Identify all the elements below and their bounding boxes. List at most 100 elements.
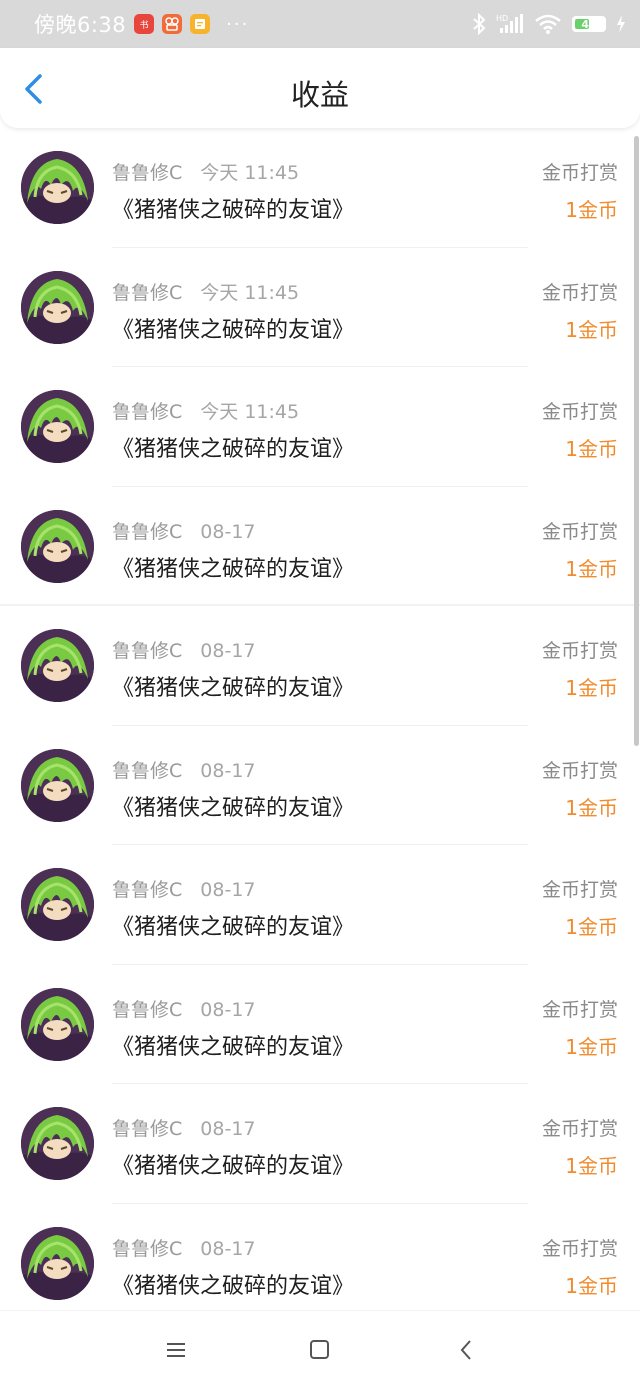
user-name[interactable]: 鲁鲁修C	[112, 879, 182, 901]
earning-time: 08-17	[200, 879, 256, 901]
earning-row[interactable]: 鲁鲁修C 今天 11:45 《猪猪侠之破碎的友谊》 金币打赏 1金币	[0, 128, 640, 248]
avatar[interactable]	[21, 868, 94, 941]
user-meta: 鲁鲁修C 08-17	[112, 636, 256, 663]
earning-row[interactable]: 鲁鲁修C 08-17 《猪猪侠之破碎的友谊》 金币打赏 1金币	[0, 845, 640, 965]
reward-type: 金币打赏	[541, 281, 618, 304]
earning-time: 08-17	[200, 998, 256, 1021]
earning-row[interactable]: 鲁鲁修C 08-17 《猪猪侠之破碎的友谊》 金币打赏 1金币	[0, 1084, 640, 1204]
status-bar: 傍晚6:38 书 ··· HD 46	[0, 0, 640, 48]
reward-amount: 1金币	[565, 1154, 618, 1178]
reward-amount: 1金币	[565, 1034, 618, 1059]
earning-row[interactable]: 鲁鲁修C 08-17 《猪猪侠之破碎的友谊》 金币打赏 1金币	[0, 965, 640, 1084]
home-button[interactable]	[307, 1337, 333, 1363]
user-name[interactable]: 鲁鲁修C	[112, 1118, 182, 1140]
work-title[interactable]: 《猪猪侠之破碎的友谊》	[112, 192, 354, 224]
work-title[interactable]: 《猪猪侠之破碎的友谊》	[112, 312, 354, 344]
earning-row[interactable]: 鲁鲁修C 08-17 《猪猪侠之破碎的友谊》 金币打赏 1金币	[0, 726, 640, 845]
xiaohongshu-icon: 书	[134, 14, 155, 34]
reward-amount: 1金币	[565, 198, 618, 222]
system-nav-bar	[0, 1310, 640, 1388]
user-meta: 鲁鲁修C 08-17	[112, 1234, 256, 1261]
work-title[interactable]: 《猪猪侠之破碎的友谊》	[112, 551, 354, 583]
earnings-list: 鲁鲁修C 今天 11:45 《猪猪侠之破碎的友谊》 金币打赏 1金币 鲁鲁修C 今天…	[0, 128, 640, 1323]
earning-time: 今天 11:45	[200, 401, 300, 423]
nav-back-button[interactable]	[454, 1337, 480, 1363]
reward-amount: 1金币	[565, 556, 618, 581]
earning-time: 08-17	[200, 640, 256, 662]
signal-icon: HD	[496, 14, 523, 33]
user-meta: 鲁鲁修C 今天 11:45	[112, 397, 299, 424]
earning-time: 今天 11:45	[200, 281, 300, 304]
work-title[interactable]: 《猪猪侠之破碎的友谊》	[112, 909, 354, 941]
reward-type: 金币打赏	[541, 998, 618, 1021]
work-title[interactable]: 《猪猪侠之破碎的友谊》	[112, 431, 354, 463]
user-name[interactable]: 鲁鲁修C	[112, 999, 182, 1021]
user-name[interactable]: 鲁鲁修C	[112, 1238, 182, 1260]
reward-type: 金币打赏	[541, 1237, 618, 1260]
earning-row[interactable]: 鲁鲁修C 今天 11:45 《猪猪侠之破碎的友谊》 金币打赏 1金币	[0, 248, 640, 367]
user-name[interactable]: 鲁鲁修C	[112, 760, 182, 782]
user-meta: 鲁鲁修C 08-17	[112, 756, 256, 783]
bluetooth-icon	[473, 13, 486, 35]
avatar[interactable]	[21, 270, 94, 344]
back-icon	[460, 1340, 471, 1360]
earning-time: 08-17	[200, 520, 256, 543]
battery-level: 46	[581, 17, 597, 31]
more-notifications-icon: ···	[226, 13, 250, 35]
reward-type: 金币打赏	[541, 162, 618, 184]
avatar[interactable]	[21, 1226, 94, 1300]
reward-amount: 1金币	[565, 1273, 618, 1298]
status-system-icons: HD 46	[472, 13, 626, 35]
wifi-icon	[535, 14, 561, 34]
avatar[interactable]	[21, 987, 94, 1061]
work-title[interactable]: 《猪猪侠之破碎的友谊》	[112, 1268, 354, 1300]
page-header: 收益	[0, 48, 640, 128]
work-title[interactable]: 《猪猪侠之破碎的友谊》	[112, 790, 354, 822]
home-icon	[310, 1340, 329, 1359]
reward-amount: 1金币	[565, 915, 618, 939]
notes-icon	[190, 14, 211, 34]
avatar[interactable]	[21, 748, 94, 822]
app-icon	[162, 14, 183, 34]
avatar[interactable]	[21, 1107, 94, 1180]
avatar[interactable]	[21, 509, 94, 583]
reward-amount: 1金币	[565, 317, 618, 342]
user-meta: 鲁鲁修C 08-17	[112, 875, 256, 902]
reward-amount: 1金币	[565, 795, 618, 820]
user-name[interactable]: 鲁鲁修C	[112, 162, 182, 184]
work-title[interactable]: 《猪猪侠之破碎的友谊》	[112, 1148, 354, 1180]
avatar[interactable]	[21, 629, 94, 702]
avatar[interactable]	[21, 151, 94, 224]
battery-icon: 46	[572, 16, 606, 32]
user-meta: 鲁鲁修C 今天 11:45	[112, 158, 299, 185]
user-meta: 鲁鲁修C 08-17	[112, 995, 256, 1022]
status-app-icons: 书	[134, 14, 211, 34]
svg-text:HD: HD	[496, 14, 508, 23]
work-title[interactable]: 《猪猪侠之破碎的友谊》	[112, 1029, 354, 1061]
reward-type: 金币打赏	[541, 640, 618, 662]
earning-row[interactable]: 鲁鲁修C 08-17 《猪猪侠之破碎的友谊》 金币打赏 1金币	[0, 606, 640, 726]
reward-type: 金币打赏	[541, 520, 618, 543]
user-meta: 鲁鲁修C 今天 11:45	[112, 278, 299, 305]
reward-type: 金币打赏	[541, 1118, 618, 1140]
earning-row[interactable]: 鲁鲁修C 08-17 《猪猪侠之破碎的友谊》 金币打赏 1金币	[0, 487, 640, 606]
user-meta: 鲁鲁修C 08-17	[112, 517, 256, 544]
user-name[interactable]: 鲁鲁修C	[112, 521, 182, 543]
scrollbar[interactable]	[634, 136, 639, 746]
earning-time: 08-17	[200, 759, 256, 782]
menu-icon	[167, 1343, 185, 1357]
status-time: 傍晚6:38	[34, 13, 127, 37]
work-title[interactable]: 《猪猪侠之破碎的友谊》	[112, 670, 354, 702]
earning-time: 08-17	[200, 1237, 256, 1260]
user-name[interactable]: 鲁鲁修C	[112, 640, 182, 662]
menu-button[interactable]	[164, 1337, 190, 1363]
avatar[interactable]	[21, 390, 94, 463]
reward-amount: 1金币	[565, 437, 618, 461]
user-name[interactable]: 鲁鲁修C	[112, 401, 182, 423]
page-title: 收益	[290, 78, 349, 112]
earning-row[interactable]: 鲁鲁修C 今天 11:45 《猪猪侠之破碎的友谊》 金币打赏 1金币	[0, 367, 640, 487]
user-name[interactable]: 鲁鲁修C	[112, 282, 182, 304]
reward-amount: 1金币	[565, 676, 618, 700]
earning-row[interactable]: 鲁鲁修C 08-17 《猪猪侠之破碎的友谊》 金币打赏 1金币	[0, 1204, 640, 1323]
charging-icon	[617, 15, 625, 33]
